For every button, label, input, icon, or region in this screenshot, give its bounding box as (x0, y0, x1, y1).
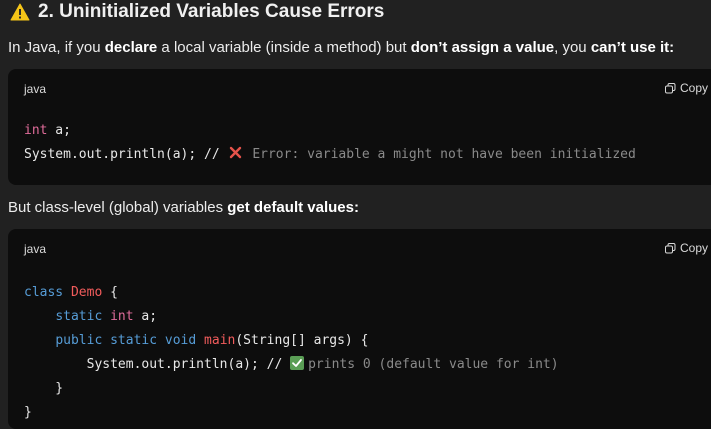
code-language-label: java (24, 82, 47, 96)
code-comment: Error: variable a might not have been in… (252, 147, 636, 162)
code-content: int a; System.out.println(a); // Error: … (24, 123, 636, 162)
copy-icon (664, 242, 676, 254)
copy-button[interactable]: Copy (664, 81, 708, 95)
copy-label: Copy (679, 241, 708, 255)
check-mark-icon (290, 356, 305, 370)
copy-label: Copy (679, 81, 708, 95)
section-heading: 2. Uninitialized Variables Cause Errors (10, 0, 384, 24)
copy-button[interactable]: Copy (664, 241, 708, 255)
code-token-type: int (24, 123, 48, 138)
code-block-local-variable: java Copy int a; System.out.println(a); … (8, 69, 711, 185)
cross-mark-icon (228, 145, 243, 160)
heading-text: 2. Uninitialized Variables Cause Errors (38, 1, 385, 22)
copy-icon (664, 82, 676, 94)
intro-paragraph: In Java, if you declare a local variable… (8, 39, 675, 56)
code-language-label: java (24, 242, 47, 256)
warning-icon (10, 3, 30, 21)
middle-paragraph: But class-level (global) variables get d… (8, 199, 359, 216)
code-comment: prints 0 (default value for int) (308, 357, 559, 372)
code-content: class Demo { static int a; public static… (24, 285, 559, 420)
code-block-class-variable: java Copy class Demo { static int a; pub… (8, 229, 711, 429)
